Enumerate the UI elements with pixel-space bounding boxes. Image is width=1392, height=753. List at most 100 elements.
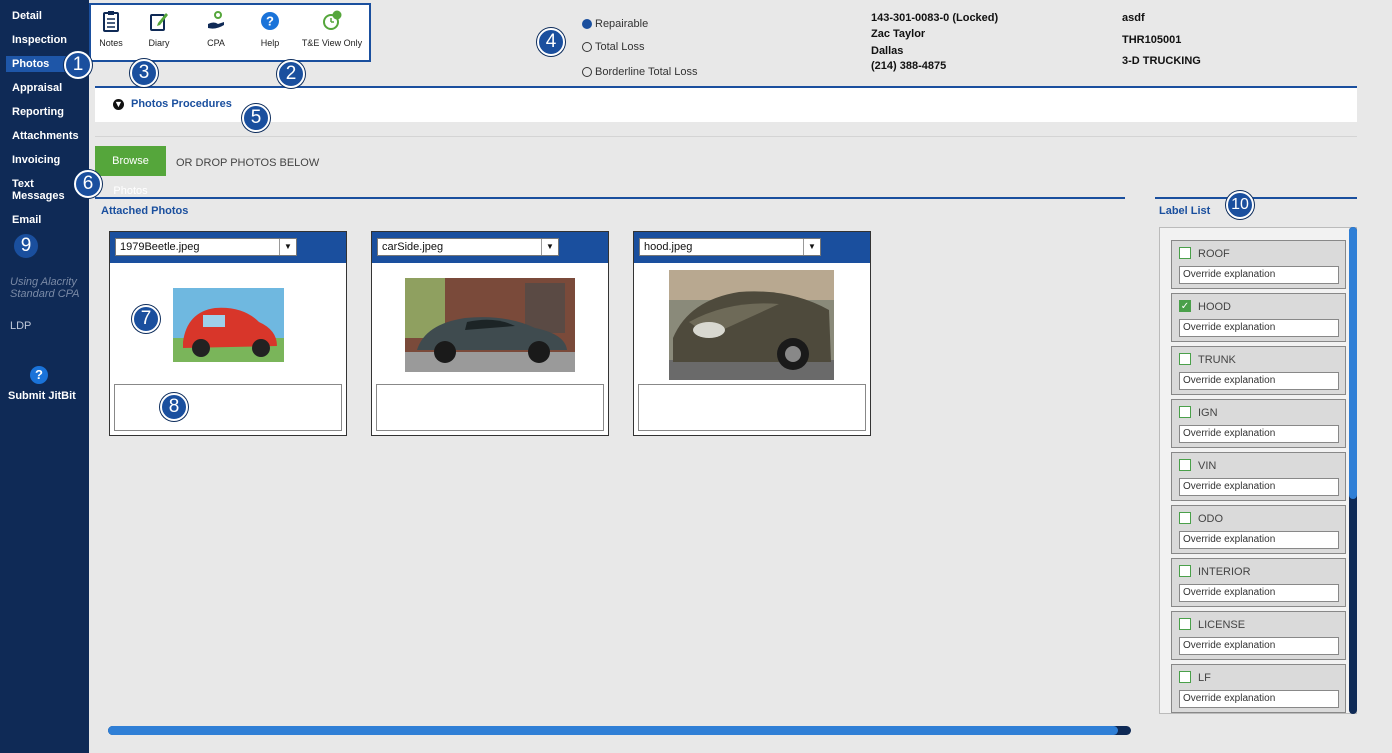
photo-thumbnail[interactable] (669, 270, 834, 380)
scrollbar-thumb[interactable] (108, 726, 1118, 735)
cpa-label: CPA (207, 38, 225, 48)
label-checkbox[interactable] (1179, 459, 1191, 471)
photo-filename: hood.jpeg (644, 241, 693, 253)
label-item-license: LICENSE Override explanation (1171, 611, 1346, 660)
label-checkbox[interactable] (1179, 353, 1191, 365)
arrow-down-circle-icon[interactable]: ▼ (113, 99, 124, 110)
label-item-interior: INTERIOR Override explanation (1171, 558, 1346, 607)
label-checkbox[interactable]: ✓ (1179, 300, 1191, 312)
photo-caption-field[interactable] (638, 384, 866, 431)
photo-thumbnail[interactable] (173, 270, 284, 380)
photo-thumbnail[interactable] (405, 278, 575, 372)
sidebar-item-attachments[interactable]: Attachments (12, 130, 79, 142)
photos-procedures-toggle[interactable]: Photos Procedures (131, 98, 232, 110)
photos-scrollbar[interactable] (108, 726, 1131, 735)
divider (95, 136, 1357, 137)
label-name: LICENSE (1198, 619, 1246, 631)
label-name: VIN (1198, 460, 1217, 472)
override-explanation-input[interactable]: Override explanation (1179, 531, 1339, 549)
photo-card: 1979Beetle.jpeg ▼ (109, 231, 347, 436)
callout-marker: 4 (537, 28, 565, 56)
override-explanation-input[interactable]: Override explanation (1179, 690, 1339, 708)
owner-name: Zac Taylor (871, 28, 926, 40)
procedures-panel: ▼ Photos Procedures (95, 88, 1357, 122)
diary-button[interactable]: Diary (142, 10, 176, 48)
sidebar: Detail Inspection Photos Appraisal Repor… (0, 0, 89, 753)
override-explanation-input[interactable]: Override explanation (1179, 372, 1339, 390)
owner-phone: (214) 388-4875 (871, 60, 947, 72)
sidebar-item-detail[interactable]: Detail (12, 10, 42, 22)
sidebar-item-photos[interactable]: Photos (6, 56, 70, 72)
photo-file-select[interactable]: 1979Beetle.jpeg ▼ (115, 238, 297, 256)
sidebar-item-email[interactable]: Email (12, 214, 41, 226)
attached-photos-title: Attached Photos (101, 205, 189, 217)
label-list-title: Label List (1159, 205, 1211, 217)
override-explanation-input[interactable]: Override explanation (1179, 584, 1339, 602)
submit-jitbit-link[interactable]: Submit JitBit (8, 390, 76, 402)
radio-dot (582, 19, 592, 29)
photo-card: carSide.jpeg ▼ (371, 231, 609, 436)
photo-card: hood.jpeg ▼ (633, 231, 871, 436)
label-list-scrollbar[interactable] (1349, 227, 1357, 714)
sidebar-item-text-messages[interactable]: Text Messages (12, 178, 72, 202)
label-item-odo: ODO Override explanation (1171, 505, 1346, 554)
radio-total-loss[interactable]: Total Loss (582, 41, 645, 53)
sidebar-item-ldp[interactable]: LDP (10, 320, 31, 332)
photo-card-header: carSide.jpeg ▼ (372, 232, 608, 263)
label-checkbox[interactable] (1179, 512, 1191, 524)
scrollbar-thumb[interactable] (1349, 227, 1357, 499)
cpa-button[interactable]: CPA (199, 10, 233, 48)
photo-file-select[interactable]: hood.jpeg ▼ (639, 238, 821, 256)
photo-file-select[interactable]: carSide.jpeg ▼ (377, 238, 559, 256)
callout-marker: 8 (160, 393, 188, 421)
photo-card-header: hood.jpeg ▼ (634, 232, 870, 263)
te-view-label: T&E View Only (301, 38, 363, 48)
reference-1: asdf (1122, 12, 1145, 24)
te-view-button[interactable]: T&E View Only (299, 10, 365, 48)
radio-borderline[interactable]: Borderline Total Loss (582, 66, 698, 78)
override-explanation-input[interactable]: Override explanation (1179, 319, 1339, 337)
callout-marker: 1 (64, 51, 92, 79)
photo-caption-field[interactable] (114, 384, 342, 431)
edit-icon (150, 13, 168, 31)
callout-marker: 6 (74, 170, 102, 198)
notes-button[interactable]: Notes (97, 10, 125, 48)
help-icon[interactable]: ? (30, 366, 48, 384)
sidebar-item-appraisal[interactable]: Appraisal (12, 82, 62, 94)
sidebar-item-invoicing[interactable]: Invoicing (12, 154, 60, 166)
label-item-vin: VIN Override explanation (1171, 452, 1346, 501)
label-item-lf: LF Override explanation (1171, 664, 1346, 713)
sidebar-item-reporting[interactable]: Reporting (12, 106, 64, 118)
override-explanation-input[interactable]: Override explanation (1179, 637, 1339, 655)
label-item-ign: IGN Override explanation (1171, 399, 1346, 448)
help-button[interactable]: ? Help (253, 10, 287, 48)
radio-label: Repairable (595, 18, 649, 30)
callout-marker: 5 (242, 104, 270, 132)
question-icon: ? (261, 12, 279, 30)
radio-dot (582, 42, 592, 52)
clock-dollar-icon (323, 10, 342, 30)
clipboard-icon (103, 11, 119, 32)
photo-card-header: 1979Beetle.jpeg ▼ (110, 232, 346, 263)
override-explanation-input[interactable]: Override explanation (1179, 425, 1339, 443)
radio-label: Total Loss (595, 41, 645, 53)
label-name: ODO (1198, 513, 1224, 525)
label-name: TRUNK (1198, 354, 1236, 366)
label-name: ROOF (1198, 248, 1230, 260)
override-explanation-input[interactable]: Override explanation (1179, 478, 1339, 496)
label-checkbox[interactable] (1179, 565, 1191, 577)
label-checkbox[interactable] (1179, 247, 1191, 259)
label-list-panel: ROOF Override explanation ✓ HOOD Overrid… (1159, 227, 1357, 714)
label-checkbox[interactable] (1179, 406, 1191, 418)
radio-repairable[interactable]: Repairable (582, 18, 648, 30)
label-name: INTERIOR (1198, 566, 1251, 578)
label-checkbox[interactable] (1179, 618, 1191, 630)
label-name: LF (1198, 672, 1211, 684)
photo-caption-field[interactable] (376, 384, 604, 431)
notes-label: Notes (99, 38, 123, 48)
sidebar-item-inspection[interactable]: Inspection (12, 34, 67, 46)
company-name: 3-D TRUCKING (1122, 55, 1201, 67)
override-explanation-input[interactable]: Override explanation (1179, 266, 1339, 284)
label-checkbox[interactable] (1179, 671, 1191, 683)
browse-photos-button[interactable]: Browse Photos (95, 146, 166, 197)
